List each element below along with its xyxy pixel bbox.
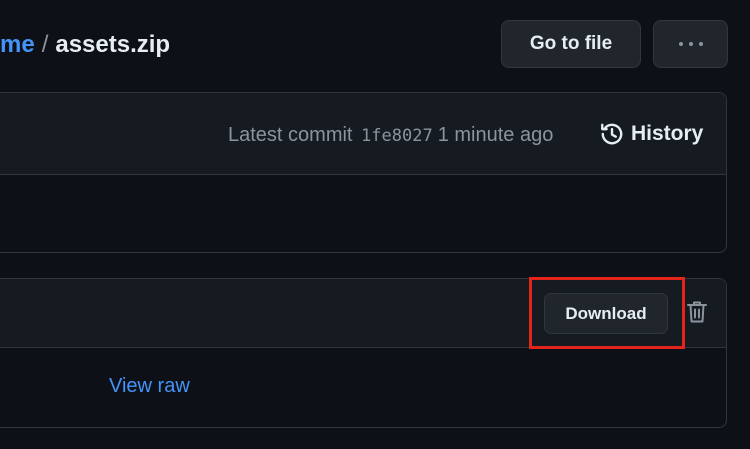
go-to-file-button[interactable]: Go to file — [501, 20, 641, 68]
history-label: History — [631, 122, 704, 145]
commit-time: 1 minute ago — [437, 124, 554, 146]
view-raw-link[interactable]: View raw — [109, 375, 190, 398]
trash-icon[interactable] — [686, 300, 708, 324]
history-icon — [601, 123, 623, 145]
download-highlight-box — [529, 277, 685, 349]
file-view-page: me / assets.zip Go to file Latest commit 1… — [0, 0, 750, 449]
breadcrumb-parent-link[interactable]: me — [0, 31, 35, 58]
kebab-horizontal-icon — [678, 42, 703, 46]
commit-header: Latest commit 1fe8027 1 minute ago Histor… — [0, 93, 726, 175]
breadcrumb-file-name: assets.zip — [55, 31, 171, 58]
latest-commit-label: Latest commit — [228, 124, 353, 146]
more-options-button[interactable] — [653, 20, 728, 68]
latest-commit-box: Latest commit 1fe8027 1 minute ago Histor… — [0, 92, 727, 253]
breadcrumb: me / assets.zip — [0, 30, 170, 60]
latest-commit-info: Latest commit 1fe8027 1 minute ago — [228, 123, 553, 148]
breadcrumb-separator: / — [41, 31, 49, 58]
commit-sha-link[interactable]: 1fe8027 — [361, 126, 433, 146]
history-button[interactable]: History — [599, 121, 703, 147]
